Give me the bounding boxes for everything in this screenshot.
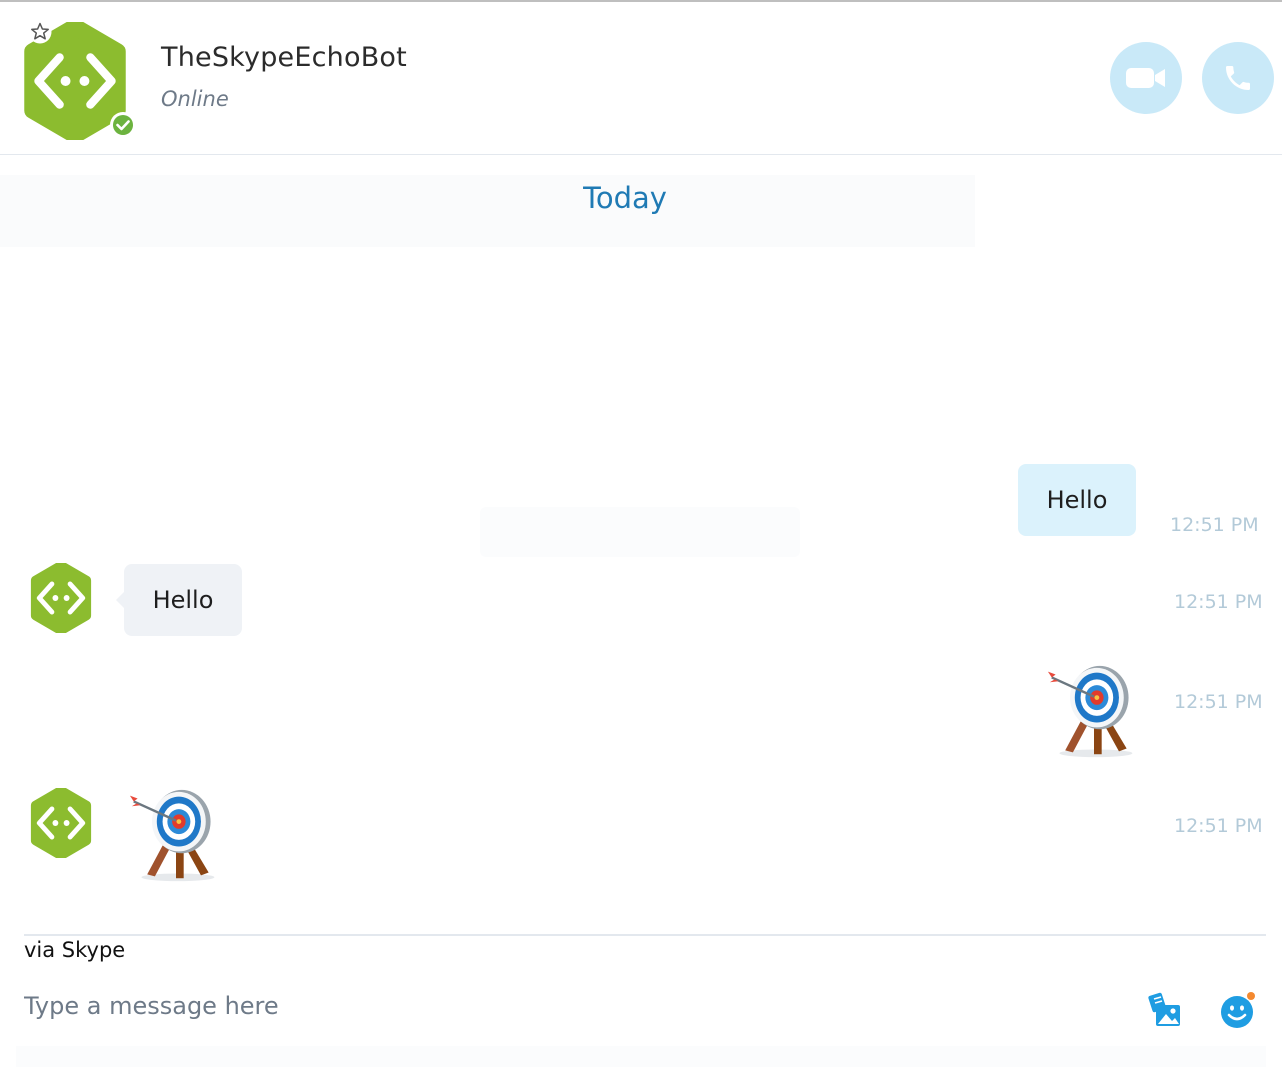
composer-bottom-band bbox=[16, 1046, 1266, 1067]
bot-avatar[interactable] bbox=[24, 788, 98, 858]
bubble-tail bbox=[116, 592, 124, 608]
audio-call-button[interactable] bbox=[1202, 42, 1274, 114]
video-camera-icon bbox=[1126, 68, 1165, 88]
star-outline-icon[interactable] bbox=[28, 20, 52, 44]
emoticon-button[interactable] bbox=[1219, 990, 1259, 1030]
emoticon-icon bbox=[1221, 991, 1256, 1028]
message-timestamp: 12:51 PM bbox=[1174, 815, 1263, 837]
message-text: Hello bbox=[1046, 486, 1108, 514]
via-label: via Skype bbox=[24, 938, 126, 962]
message-text: Hello bbox=[152, 586, 214, 614]
faint-placeholder bbox=[480, 507, 800, 557]
message-timestamp: 12:51 PM bbox=[1170, 514, 1259, 536]
send-media-button[interactable] bbox=[1146, 990, 1186, 1030]
composer-divider bbox=[24, 934, 1266, 936]
contact-name[interactable]: TheSkypeEchoBot bbox=[161, 42, 407, 73]
phone-icon bbox=[1226, 66, 1250, 90]
message-list[interactable]: Today Hello 12:51 PM Hello 12:51 PM 12:5… bbox=[0, 155, 1282, 933]
outgoing-message-bubble[interactable]: Hello bbox=[1018, 464, 1136, 536]
video-call-button[interactable] bbox=[1110, 42, 1182, 114]
target-bullseye-icon[interactable] bbox=[1046, 663, 1142, 761]
message-timestamp: 12:51 PM bbox=[1174, 591, 1263, 613]
message-input[interactable] bbox=[24, 984, 1104, 1028]
date-separator: Today bbox=[583, 181, 667, 215]
online-check-icon bbox=[110, 112, 136, 138]
conversation-header: TheSkypeEchoBot Online bbox=[0, 2, 1282, 154]
media-gallery-icon bbox=[1148, 992, 1180, 1026]
message-timestamp: 12:51 PM bbox=[1174, 691, 1263, 713]
bot-avatar[interactable] bbox=[24, 563, 98, 633]
contact-status: Online bbox=[161, 87, 229, 111]
incoming-message-bubble[interactable]: Hello bbox=[116, 564, 242, 636]
target-bullseye-icon[interactable] bbox=[128, 787, 224, 885]
